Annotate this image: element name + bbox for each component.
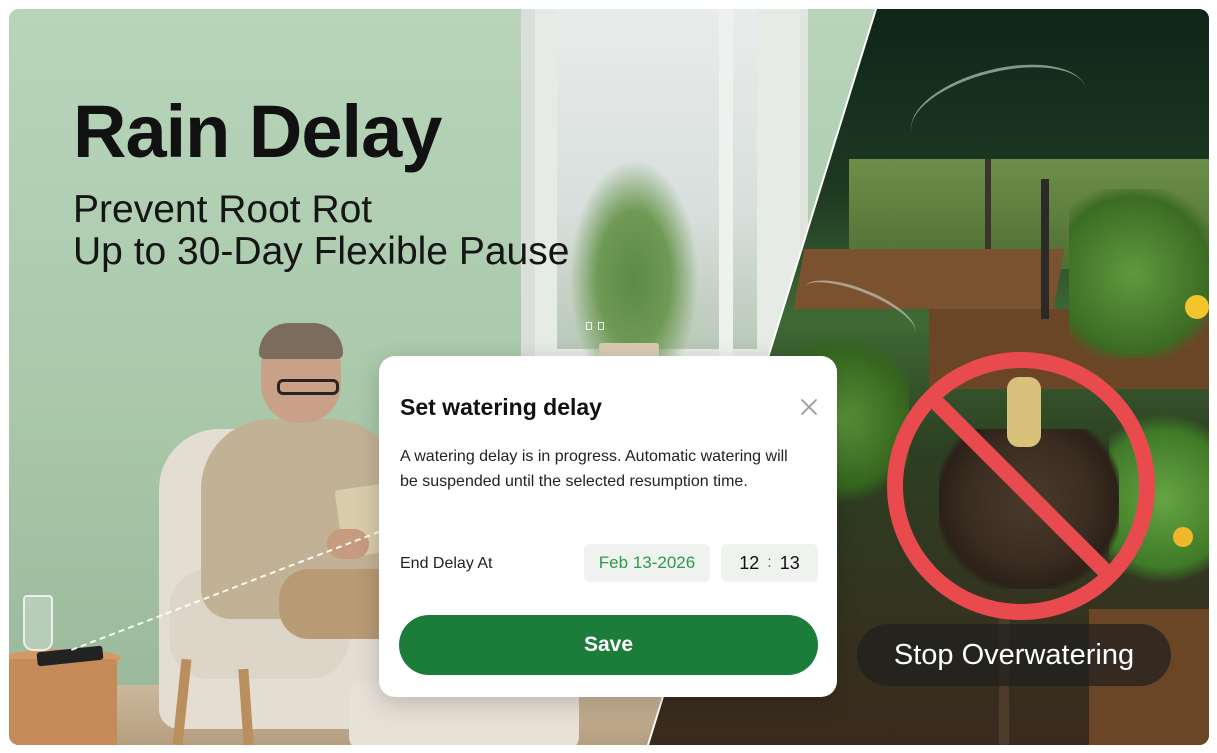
save-button[interactable]: Save [399,615,818,675]
sprinkler-pipe [1041,179,1049,319]
person-hair [259,323,343,359]
end-date-value: Feb 13-2026 [598,553,696,572]
headline-subtitle: Up to 30-Day Flexible Pause [73,230,570,273]
end-delay-label: End Delay At [400,555,493,572]
plant-leaves [1069,189,1209,359]
glasses [277,379,339,395]
dialog-title: Set watering delay [400,394,602,420]
end-time-picker[interactable]: 12 : 13 [721,544,818,582]
page-dot [598,322,604,330]
headline: Rain Delay Prevent Root Rot Up to 30-Day… [73,95,569,273]
side-table [9,659,117,745]
water-glass [23,595,53,651]
time-hour: 12 [739,552,760,573]
sprinkler-pipe [985,159,991,249]
window-mullion [719,9,733,369]
headline-subtitle: Prevent Root Rot [73,188,373,231]
yellow-flower [1173,527,1193,547]
page-indicator [586,322,604,330]
yellow-flower [1185,295,1209,319]
sprinkler-spray [901,48,1097,173]
time-minute: 13 [779,552,800,573]
end-date-picker[interactable]: Feb 13-2026 [584,544,710,582]
stop-overwatering-badge: Stop Overwatering [857,624,1171,686]
dialog-description: A watering delay is in progress. Automat… [400,448,788,490]
stop-overwatering-label: Stop Overwatering [893,638,1135,671]
close-icon[interactable] [798,396,820,418]
promo-banner: Stop Overwatering Rain Delay Prevent Roo… [9,9,1209,745]
time-separator: : [767,554,772,571]
headline-title: Rain Delay [73,90,442,173]
page-dot [586,322,592,330]
watering-delay-dialog: Set watering delay A watering delay is i… [379,356,837,697]
